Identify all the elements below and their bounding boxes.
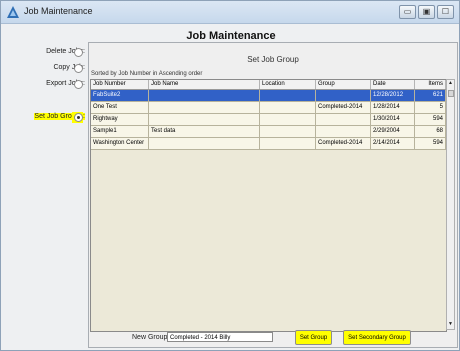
page-title: Job Maintenance <box>186 30 276 42</box>
restore-button[interactable]: ▣ <box>418 5 435 19</box>
title-bar: Job Maintenance ▭ ▣ ☐ <box>1 1 459 24</box>
cell-location <box>260 102 316 113</box>
cell-items: 5 <box>415 102 446 113</box>
cell-job-name <box>149 102 260 113</box>
job-maintenance-window: Job Maintenance ▭ ▣ ☐ Job Maintenance De… <box>0 0 460 351</box>
cell-location <box>260 138 316 149</box>
cell-job-number: FabSuite2 <box>91 90 149 101</box>
table-row[interactable]: Sample1 Test data 2/29/2004 68 <box>91 126 446 138</box>
table-row[interactable]: One Test Completed-2014 1/28/2014 5 <box>91 102 446 114</box>
table-header: Job Number Job Name Location Group Date … <box>91 80 446 90</box>
table-row[interactable]: FabSuite2 12/28/2012 621 <box>91 90 446 102</box>
scroll-thumb[interactable] <box>448 90 454 97</box>
window-title: Job Maintenance <box>24 6 93 16</box>
cell-job-number: Rightway <box>91 114 149 125</box>
cell-items: 594 <box>415 114 446 125</box>
minimize-button[interactable]: ▭ <box>399 5 416 19</box>
panel-title: Set Job Group <box>247 55 299 64</box>
cell-location <box>260 114 316 125</box>
new-group-input[interactable]: Completed - 2014 Billy <box>167 332 273 342</box>
table-row[interactable]: Rightway 1/30/2014 594 <box>91 114 446 126</box>
cell-location <box>260 126 316 137</box>
scroll-up-icon[interactable]: ▲ <box>447 80 454 88</box>
cell-date: 1/30/2014 <box>371 114 415 125</box>
cell-group: Completed-2014 <box>316 138 371 149</box>
cell-job-number: One Test <box>91 102 149 113</box>
new-group-label: New Group: <box>132 334 170 341</box>
option-delete-jobs: Delete Jobs: <box>1 48 85 55</box>
cell-job-number: Sample1 <box>91 126 149 137</box>
cell-group <box>316 126 371 137</box>
copy-job-radio[interactable] <box>74 64 83 73</box>
sort-caption: Sorted by Job Number in Ascending order <box>91 71 203 77</box>
close-button[interactable]: ☐ <box>437 5 454 19</box>
set-job-groups-radio[interactable] <box>74 113 83 122</box>
cell-items: 68 <box>415 126 446 137</box>
table-row[interactable]: Washington Center Completed-2014 2/14/20… <box>91 138 446 150</box>
cell-job-name: Test data <box>149 126 260 137</box>
col-location[interactable]: Location <box>260 80 316 89</box>
jobs-table: Job Number Job Name Location Group Date … <box>90 79 447 332</box>
option-export-jobs: Export Jobs: <box>1 80 85 87</box>
cell-date: 1/28/2014 <box>371 102 415 113</box>
set-group-button[interactable]: Set Group <box>295 330 332 345</box>
cell-job-name <box>149 114 260 125</box>
col-date[interactable]: Date <box>371 80 415 89</box>
set-job-group-panel: Set Job Group Sorted by Job Number in As… <box>88 42 458 348</box>
scroll-down-icon[interactable]: ▼ <box>447 321 454 329</box>
cell-items: 594 <box>415 138 446 149</box>
option-copy-job: Copy Job: <box>1 64 85 71</box>
delete-jobs-radio[interactable] <box>74 48 83 57</box>
group-controls: New Group: Completed - 2014 Billy Set Gr… <box>89 329 457 347</box>
col-job-number[interactable]: Job Number <box>91 80 149 89</box>
cell-items: 621 <box>415 90 446 101</box>
cell-date: 2/14/2014 <box>371 138 415 149</box>
cell-date: 2/29/2004 <box>371 126 415 137</box>
cell-location <box>260 90 316 101</box>
set-secondary-group-button[interactable]: Set Secondary Group <box>343 330 411 345</box>
cell-job-name <box>149 138 260 149</box>
cell-date: 12/28/2012 <box>371 90 415 101</box>
col-group[interactable]: Group <box>316 80 371 89</box>
col-job-name[interactable]: Job Name <box>149 80 260 89</box>
cell-job-name <box>149 90 260 101</box>
export-jobs-radio[interactable] <box>74 80 83 89</box>
cell-group <box>316 90 371 101</box>
cell-group: Completed-2014 <box>316 102 371 113</box>
table-scrollbar[interactable]: ▲ ▼ <box>446 79 455 330</box>
window-controls: ▭ ▣ ☐ <box>399 5 454 19</box>
cell-job-number: Washington Center <box>91 138 149 149</box>
col-items[interactable]: Items <box>415 80 446 89</box>
cell-group <box>316 114 371 125</box>
app-icon <box>7 6 19 18</box>
